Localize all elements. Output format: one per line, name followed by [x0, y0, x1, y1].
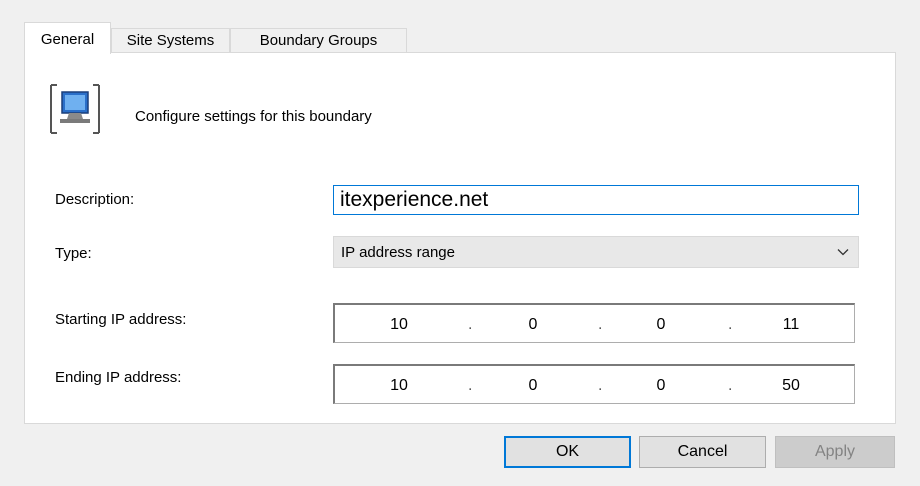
- type-label: Type:: [55, 245, 92, 262]
- starting-ip-field[interactable]: 10 . 0 . 0 . 11: [333, 303, 855, 343]
- apply-button[interactable]: Apply: [775, 436, 895, 468]
- tab-general[interactable]: General: [24, 22, 111, 54]
- ip-octet-4[interactable]: 11: [771, 316, 811, 334]
- ip-separator: .: [728, 377, 733, 394]
- tab-site-systems[interactable]: Site Systems: [111, 28, 230, 53]
- chevron-down-icon: [837, 249, 849, 256]
- ok-button[interactable]: OK: [504, 436, 631, 468]
- ip-octet-3[interactable]: 0: [641, 316, 681, 334]
- ending-ip-label: Ending IP address:: [55, 369, 182, 386]
- cancel-button[interactable]: Cancel: [639, 436, 766, 468]
- boundary-computer-icon: [50, 84, 100, 134]
- description-input[interactable]: [333, 185, 859, 215]
- tab-boundary-groups[interactable]: Boundary Groups: [230, 28, 407, 53]
- ip-octet-4[interactable]: 50: [771, 377, 811, 395]
- ip-octet-2[interactable]: 0: [513, 377, 553, 395]
- ip-separator: .: [468, 316, 473, 333]
- ip-separator: .: [468, 377, 473, 394]
- ip-octet-3[interactable]: 0: [641, 377, 681, 395]
- ip-separator: .: [598, 377, 603, 394]
- header-text: Configure settings for this boundary: [135, 108, 372, 125]
- starting-ip-label: Starting IP address:: [55, 311, 187, 328]
- ip-octet-2[interactable]: 0: [513, 316, 553, 334]
- ending-ip-field[interactable]: 10 . 0 . 0 . 50: [333, 364, 855, 404]
- ip-separator: .: [598, 316, 603, 333]
- ip-octet-1[interactable]: 10: [379, 377, 419, 395]
- general-tab-panel: Configure settings for this boundary Des…: [24, 52, 896, 424]
- type-selected-value: IP address range: [341, 244, 455, 261]
- ip-separator: .: [728, 316, 733, 333]
- ip-octet-1[interactable]: 10: [379, 316, 419, 334]
- type-dropdown[interactable]: IP address range: [333, 236, 859, 268]
- description-label: Description:: [55, 191, 135, 208]
